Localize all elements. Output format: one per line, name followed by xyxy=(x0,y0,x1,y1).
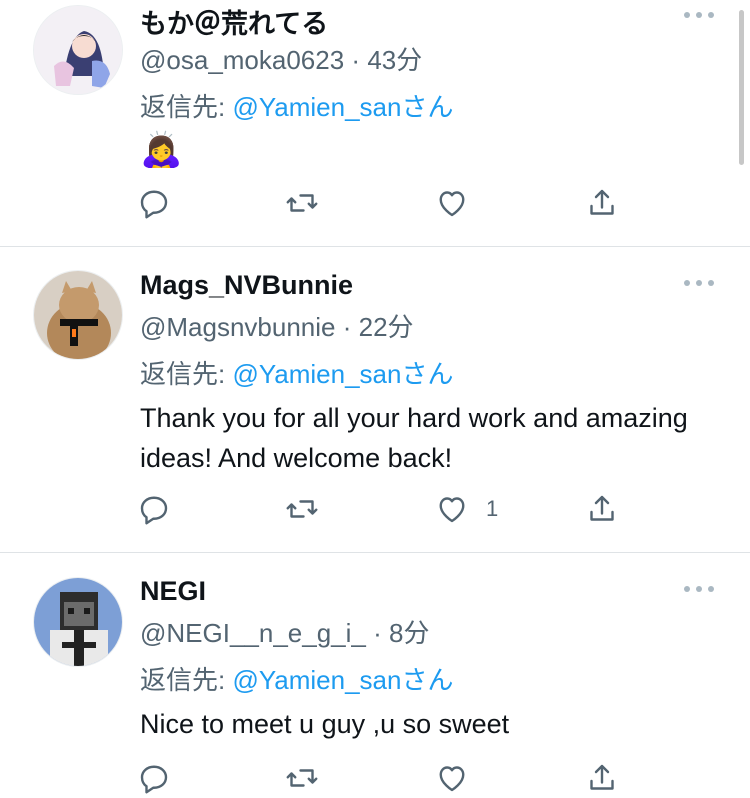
reply-button[interactable] xyxy=(136,758,172,798)
handle-line: @Magsnvbunnie · 22分 xyxy=(140,307,414,344)
more-icon[interactable] xyxy=(684,12,714,20)
divider xyxy=(0,246,750,247)
user-handle[interactable]: @NEGI__n_e_g_i_ xyxy=(140,618,366,648)
tweet-text: Nice to meet u guy ,u so sweet xyxy=(140,709,510,739)
reply-context: 返信先: @Yamien_sanさん xyxy=(140,87,453,124)
reply-mention-link[interactable]: @Yamien_san xyxy=(232,359,401,389)
user-handle[interactable]: @osa_moka0623 xyxy=(140,45,344,75)
divider xyxy=(0,552,750,553)
retweet-button[interactable] xyxy=(284,489,320,529)
avatar[interactable] xyxy=(33,577,123,667)
share-icon xyxy=(590,189,614,215)
like-button[interactable]: 1 xyxy=(434,489,498,529)
share-button[interactable] xyxy=(584,758,620,798)
reply-prefix: 返信先: xyxy=(140,665,233,695)
reply-mention-link[interactable]: @Yamien_san xyxy=(232,665,401,695)
separator: · xyxy=(365,618,389,648)
reply-context: 返信先: @Yamien_sanさん xyxy=(140,660,453,697)
user-name[interactable]: Mags_NVBunnie xyxy=(140,270,353,301)
more-icon[interactable] xyxy=(684,586,714,594)
reply-suffix: さん xyxy=(401,665,454,695)
retweet-icon xyxy=(286,500,318,518)
action-bar xyxy=(136,758,636,798)
retweet-button[interactable] xyxy=(284,183,320,223)
share-button[interactable] xyxy=(584,489,620,529)
scrollbar[interactable] xyxy=(739,10,744,165)
user-name[interactable]: もか＠荒れてる xyxy=(140,2,328,41)
handle-line: @NEGI__n_e_g_i_ · 8分 xyxy=(140,613,429,650)
user-name[interactable]: NEGI xyxy=(140,576,206,607)
tweet-text: Thank you for all your hard work and ama… xyxy=(140,403,688,473)
like-button[interactable] xyxy=(434,758,486,798)
tweet-text: 🙇‍♀️ xyxy=(140,131,183,169)
reply-icon xyxy=(140,496,168,525)
like-icon xyxy=(439,766,465,792)
like-icon xyxy=(439,497,465,523)
reply-icon xyxy=(140,765,168,794)
timestamp[interactable]: 43分 xyxy=(367,45,422,75)
handle-line: @osa_moka0623 · 43分 xyxy=(140,40,422,77)
reply-suffix: さん xyxy=(401,92,454,122)
like-icon xyxy=(439,191,465,217)
avatar[interactable] xyxy=(33,5,123,95)
reply-context: 返信先: @Yamien_sanさん xyxy=(140,354,453,391)
separator: · xyxy=(335,312,359,342)
retweet-icon xyxy=(286,769,318,787)
reply-icon xyxy=(140,190,168,219)
timestamp[interactable]: 22分 xyxy=(359,312,414,342)
reply-button[interactable] xyxy=(136,183,172,223)
reply-prefix: 返信先: xyxy=(140,92,233,122)
reply-mention-link[interactable]: @Yamien_san xyxy=(232,92,401,122)
share-button[interactable] xyxy=(584,183,620,223)
reply-button[interactable] xyxy=(136,489,172,529)
separator: · xyxy=(344,45,368,75)
reply-suffix: さん xyxy=(401,359,454,389)
retweet-button[interactable] xyxy=(284,758,320,798)
share-icon xyxy=(590,495,614,521)
share-icon xyxy=(590,764,614,790)
more-icon[interactable] xyxy=(684,280,714,288)
user-handle[interactable]: @Magsnvbunnie xyxy=(140,312,336,342)
reply-prefix: 返信先: xyxy=(140,359,233,389)
like-count: 1 xyxy=(486,496,499,521)
like-button[interactable] xyxy=(434,183,486,223)
action-bar: 1 xyxy=(136,489,636,529)
retweet-icon xyxy=(286,194,318,212)
timestamp[interactable]: 8分 xyxy=(389,618,429,648)
avatar[interactable] xyxy=(33,270,123,360)
action-bar xyxy=(136,183,636,223)
